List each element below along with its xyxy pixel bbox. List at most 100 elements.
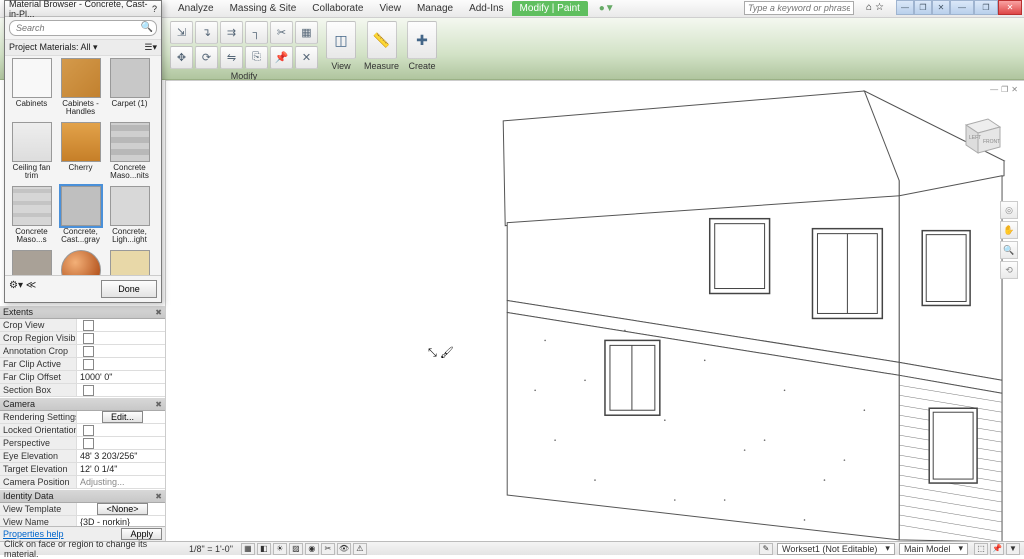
view-mode-icon[interactable]: ☰▾ [144, 42, 157, 53]
material-item[interactable]: Cabinets [8, 58, 55, 120]
prop-row[interactable]: Perspective [0, 437, 165, 450]
tab-view[interactable]: View [371, 1, 409, 16]
prop-row[interactable]: Section Box [0, 384, 165, 397]
workset-icon[interactable]: ✎ [759, 543, 773, 555]
prop-row[interactable]: Far Clip Offset1000' 0" [0, 371, 165, 384]
checkbox[interactable] [83, 425, 94, 436]
prop-group-header[interactable]: Camera✖ [0, 397, 165, 411]
checkbox[interactable] [83, 385, 94, 396]
ribbon-delete-icon[interactable]: ✕ [295, 46, 318, 69]
ribbon-move-icon[interactable]: ✥ [170, 46, 193, 69]
material-item[interactable]: Concrete, Ligh...ight [106, 186, 153, 248]
prop-value[interactable]: 48' 3 203/256" [76, 450, 165, 462]
ribbon-corner-icon[interactable]: ┐ [245, 21, 268, 44]
tab-manage[interactable]: Manage [409, 1, 461, 16]
3d-viewport[interactable]: — ❐ ✕ [165, 80, 1024, 541]
prop-value[interactable] [76, 437, 165, 449]
ribbon-create-icon[interactable]: ✚ [407, 21, 437, 59]
prop-value[interactable] [76, 332, 165, 344]
ribbon-mirror-icon[interactable]: ⇋ [220, 46, 243, 69]
material-item[interactable]: Counter Top [106, 250, 153, 275]
prop-value[interactable]: Edit... [76, 411, 165, 423]
material-filter-dropdown[interactable]: Project Materials: All ▾ [9, 42, 98, 53]
prop-row[interactable]: View Template<None> [0, 503, 165, 516]
dialog-help-icon[interactable]: ? [152, 4, 157, 14]
prop-row[interactable]: Annotation Crop [0, 345, 165, 358]
material-item[interactable]: Concrete Maso...s [8, 186, 55, 248]
nav-orbit-icon[interactable]: ⟲ [1000, 261, 1018, 279]
properties-help-link[interactable]: Properties help [3, 529, 64, 539]
prop-inline-button[interactable]: <None> [97, 503, 147, 515]
doc-close-button[interactable]: ✕ [932, 0, 950, 15]
app-close-button[interactable]: ✕ [998, 0, 1022, 15]
prop-row[interactable]: Rendering SettingsEdit... [0, 411, 165, 424]
prop-row[interactable]: Camera PositionAdjusting... [0, 476, 165, 489]
favorite-icon[interactable]: ☆ [875, 2, 884, 13]
ribbon-offset-icon[interactable]: ⇲ [170, 21, 193, 44]
ribbon-rotate-icon[interactable]: ⟳ [195, 46, 218, 69]
tab-modify-paint[interactable]: Modify | Paint [512, 1, 588, 16]
nav-wheel-icon[interactable]: ◎ [1000, 201, 1018, 219]
ribbon-copy-icon[interactable]: ⎘ [245, 46, 268, 69]
ribbon-pin-icon[interactable]: 📌 [270, 46, 293, 69]
tab-collaborate[interactable]: Collaborate [304, 1, 371, 16]
checkbox[interactable] [83, 333, 94, 344]
ribbon-align-icon[interactable]: ⇉ [220, 21, 243, 44]
tab-analyze[interactable]: Analyze [170, 1, 222, 16]
doc-restore-button[interactable]: ❐ [914, 0, 932, 15]
prop-value[interactable] [76, 358, 165, 370]
prop-value[interactable]: Adjusting... [76, 476, 165, 488]
tab-finish[interactable]: ●▼ [588, 1, 626, 16]
ribbon-measure-icon[interactable]: 📏 [367, 21, 397, 59]
prop-row[interactable]: Locked Orientation [0, 424, 165, 437]
material-item[interactable]: Concrete, Cast...gray [57, 186, 104, 248]
filter-icon[interactable]: ▼ [1006, 543, 1020, 555]
model-dropdown[interactable]: Main Model▾ [899, 543, 968, 555]
reveal-icon[interactable]: ⚠ [353, 543, 367, 555]
prop-row[interactable]: Crop View [0, 319, 165, 332]
ribbon-trim-icon[interactable]: ↴ [195, 21, 218, 44]
prop-value[interactable] [76, 345, 165, 357]
detail-level-icon[interactable]: ▦ [241, 543, 255, 555]
prop-value[interactable] [76, 384, 165, 396]
crop-icon[interactable]: ✂ [321, 543, 335, 555]
shadow-icon[interactable]: ▨ [289, 543, 303, 555]
material-search-input[interactable] [9, 20, 157, 36]
material-item[interactable]: Concrete, Precast [8, 250, 55, 275]
render-icon[interactable]: ◉ [305, 543, 319, 555]
nav-zoom-icon[interactable]: 🔍 [1000, 241, 1018, 259]
subscription-icon[interactable]: ⌂ [866, 2, 872, 13]
prop-value[interactable] [76, 319, 165, 331]
material-item[interactable]: Copper [57, 250, 104, 275]
material-item[interactable]: Cherry [57, 122, 104, 184]
workset-dropdown[interactable]: Workset1 (Not Editable)▾ [777, 543, 895, 555]
material-browser-dialog[interactable]: Material Browser - Concrete, Cast-in-Pl.… [4, 0, 162, 303]
done-button[interactable]: Done [101, 280, 157, 298]
prop-value[interactable] [76, 424, 165, 436]
tab-addins[interactable]: Add-Ins [461, 1, 511, 16]
material-item[interactable]: Carpet (1) [106, 58, 153, 120]
ribbon-view-icon[interactable]: ◫ [326, 21, 356, 59]
hide-icon[interactable]: 👁 [337, 543, 351, 555]
keyword-search-input[interactable] [744, 1, 854, 15]
select-links-icon[interactable]: ⬚ [974, 543, 988, 555]
app-minimize-button[interactable]: — [950, 0, 974, 15]
material-item[interactable]: Concrete Maso...nits [106, 122, 153, 184]
sun-path-icon[interactable]: ☀ [273, 543, 287, 555]
checkbox[interactable] [83, 438, 94, 449]
ribbon-array-icon[interactable]: ▦ [295, 21, 318, 44]
ribbon-split-icon[interactable]: ✂ [270, 21, 293, 44]
viewcube[interactable]: LEFT FRONT [956, 111, 1004, 159]
prop-value[interactable]: 12' 0 1/4" [76, 463, 165, 475]
prop-group-header[interactable]: Identity Data✖ [0, 489, 165, 503]
tab-massing[interactable]: Massing & Site [222, 1, 305, 16]
prop-row[interactable]: Eye Elevation48' 3 203/256" [0, 450, 165, 463]
nav-pan-icon[interactable]: ✋ [1000, 221, 1018, 239]
prop-row[interactable]: Target Elevation12' 0 1/4" [0, 463, 165, 476]
doc-minimize-button[interactable]: — [896, 0, 914, 15]
material-menu-icon[interactable]: ⚙▾ ≪ [9, 280, 36, 298]
checkbox[interactable] [83, 359, 94, 370]
prop-value[interactable]: <None> [76, 503, 165, 515]
prop-row[interactable]: Crop Region Visible [0, 332, 165, 345]
prop-row[interactable]: Far Clip Active [0, 358, 165, 371]
